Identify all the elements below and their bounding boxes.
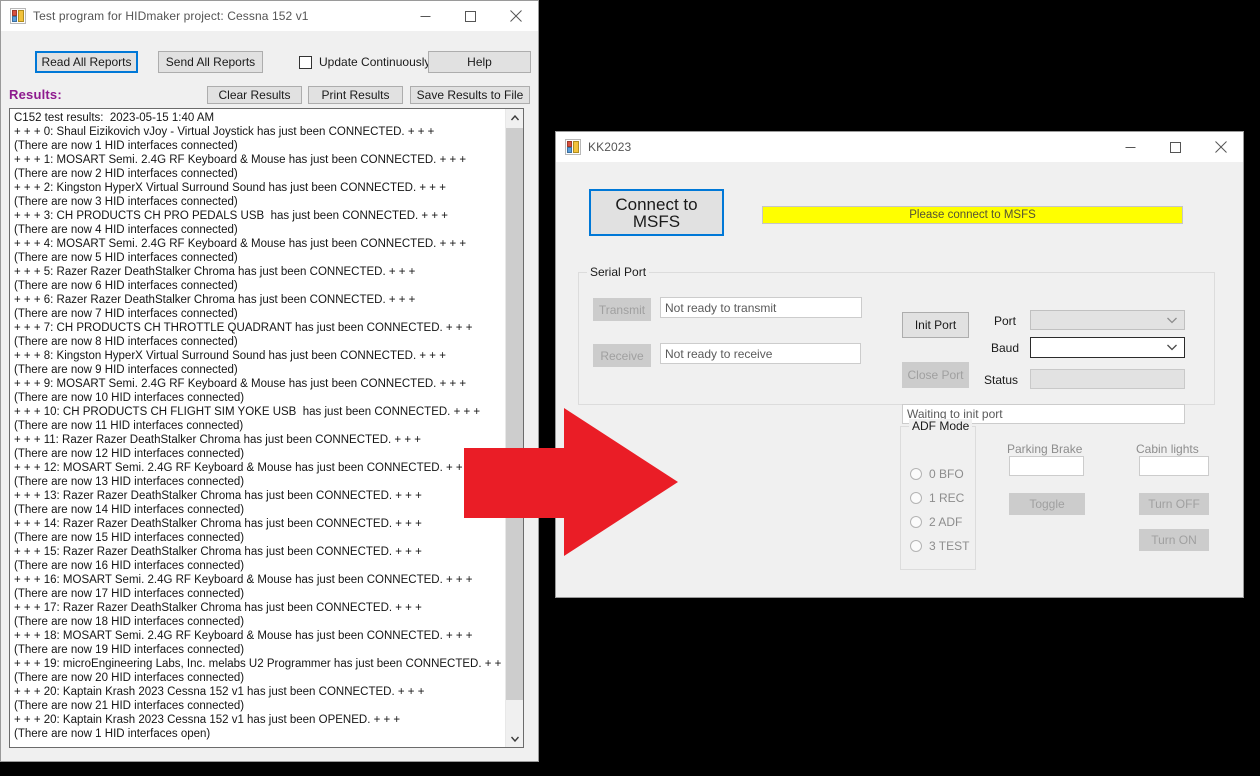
print-results-button[interactable]: Print Results [308,86,403,104]
init-port-button[interactable]: Init Port [902,312,969,338]
cabin-lights-label: Cabin lights [1136,442,1199,456]
transmit-button[interactable]: Transmit [593,298,651,321]
receive-status-field: Not ready to receive [660,343,861,364]
adf-mode-option-2-label: 2 ADF [929,515,963,529]
window2-title: KK2023 [588,140,632,154]
cabin-lights-turn-on-button[interactable]: Turn ON [1139,529,1209,551]
results-textarea[interactable]: C152 test results: 2023-05-15 1:40 AM + … [9,108,524,748]
close-icon[interactable] [1198,132,1243,162]
app-icon [565,139,581,155]
parking-brake-toggle-button[interactable]: Toggle [1009,493,1085,515]
connect-to-msfs-button[interactable]: Connect to MSFS [589,189,724,236]
radio-button-icon[interactable] [910,516,922,528]
transmit-status-field: Not ready to transmit [660,297,862,318]
chevron-down-icon [1167,317,1177,324]
radio-button-icon[interactable] [910,492,922,504]
port-label: Port [994,314,1017,328]
minimize-icon[interactable] [403,1,448,31]
msfs-status-banner: Please connect to MSFS [762,206,1183,224]
cabin-lights-field [1139,456,1209,476]
update-continuously-label: Update Continuously [319,55,431,69]
port-status-field [1030,369,1185,389]
adf-mode-option-3-label: 3 TEST [929,539,970,553]
maximize-icon[interactable] [448,1,493,31]
radio-button-icon[interactable] [910,540,922,552]
adf-mode-option-1[interactable]: 1 REC [910,491,964,505]
hidmaker-test-window: Test program for HIDmaker project: Cessn… [0,0,539,762]
results-label: Results: [9,87,62,102]
adf-mode-option-3[interactable]: 3 TEST [910,539,969,553]
minimize-icon[interactable] [1108,132,1153,162]
window2-titlebar[interactable]: KK2023 [556,132,1243,162]
close-port-button[interactable]: Close Port [902,362,969,388]
chevron-down-icon [1167,344,1177,351]
adf-mode-option-0-label: 0 BFO [929,467,964,481]
adf-mode-group: ADF Mode 0 BFO 1 REC 2 ADF 3 TEST [900,419,976,570]
serial-port-group-title: Serial Port [587,265,650,279]
receive-button[interactable]: Receive [593,344,651,367]
cabin-lights-turn-off-button[interactable]: Turn OFF [1139,493,1209,515]
update-continuously-checkbox[interactable]: Update Continuously [299,55,430,69]
checkbox-box-icon[interactable] [299,55,312,69]
maximize-icon[interactable] [1153,132,1198,162]
close-icon[interactable] [493,1,538,31]
adf-mode-option-0[interactable]: 0 BFO [910,467,964,481]
baud-label: Baud [991,341,1020,355]
save-results-to-file-button[interactable]: Save Results to File [410,86,530,104]
window1-titlebar-buttons [403,1,538,31]
clear-results-button[interactable]: Clear Results [207,86,302,104]
adf-mode-option-1-label: 1 REC [929,491,965,505]
red-right-arrow [464,408,679,558]
radio-button-icon[interactable] [910,468,922,480]
results-text-content: C152 test results: 2023-05-15 1:40 AM + … [14,112,505,740]
scroll-down-arrow-icon[interactable] [506,730,523,747]
status-label: Status [984,373,1019,387]
read-all-reports-button[interactable]: Read All Reports [35,51,138,73]
screen-root: Test program for HIDmaker project: Cessn… [0,0,1260,776]
window1-titlebar[interactable]: Test program for HIDmaker project: Cessn… [1,1,538,31]
adf-mode-group-title: ADF Mode [909,419,973,433]
help-button[interactable]: Help [428,51,531,73]
window2-titlebar-buttons [1108,132,1243,162]
send-all-reports-button[interactable]: Send All Reports [158,51,263,73]
app-icon [10,8,26,24]
scroll-up-arrow-icon[interactable] [506,109,523,126]
serial-port-group: Serial Port Transmit Not ready to transm… [578,265,1215,424]
parking-brake-field [1009,456,1084,476]
window1-title: Test program for HIDmaker project: Cessn… [33,9,309,23]
port-combobox[interactable] [1030,310,1185,330]
baud-combobox[interactable] [1030,337,1185,358]
adf-mode-option-2[interactable]: 2 ADF [910,515,962,529]
parking-brake-label: Parking Brake [1007,442,1083,456]
